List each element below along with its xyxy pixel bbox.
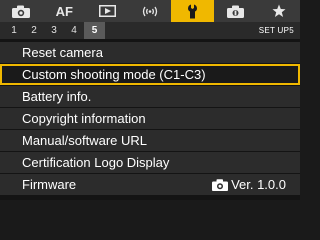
tab-playback[interactable]: [86, 0, 129, 22]
menu-item-copyright-information[interactable]: Copyright information: [0, 108, 300, 129]
menu-screen: AF 1 2 3 4 5 SET UP5 Reset camera Custom…: [0, 0, 300, 200]
custom-camera-icon: [227, 5, 245, 18]
menu-item-custom-shooting-mode[interactable]: Custom shooting mode (C1-C3): [0, 64, 300, 85]
menu-item-label: Certification Logo Display: [22, 155, 170, 170]
page-indicator-bar: 1 2 3 4 5 SET UP5: [0, 22, 300, 39]
menu-tab-bar: AF: [0, 0, 300, 22]
wrench-icon: [188, 4, 198, 18]
firmware-version: Ver. 1.0.0: [212, 174, 286, 195]
menu-item-manual-software-url[interactable]: Manual/software URL: [0, 130, 300, 151]
star-icon: [272, 4, 286, 17]
menu-section-label: SET UP5: [258, 26, 294, 35]
menu-item-label: Custom shooting mode (C1-C3): [22, 67, 206, 82]
playback-icon: [98, 5, 116, 17]
menu-item-certification-logo-display[interactable]: Certification Logo Display: [0, 152, 300, 173]
menu-item-battery-info[interactable]: Battery info.: [0, 86, 300, 107]
page-tab-3[interactable]: 3: [44, 22, 64, 39]
menu-item-label: Copyright information: [22, 111, 146, 126]
menu-item-label: Manual/software URL: [22, 133, 147, 148]
page-tab-1[interactable]: 1: [4, 22, 24, 39]
menu-item-label: Battery info.: [22, 89, 92, 104]
camera-icon: [12, 5, 31, 18]
menu-item-firmware[interactable]: Firmware Ver. 1.0.0: [0, 174, 300, 195]
menu-list: Reset camera Custom shooting mode (C1-C3…: [0, 42, 300, 196]
tab-af[interactable]: AF: [43, 0, 86, 22]
camera-icon: [212, 178, 229, 191]
tab-shooting[interactable]: [0, 0, 43, 22]
tab-wireless[interactable]: [129, 0, 172, 22]
tab-setup[interactable]: [171, 0, 215, 22]
af-icon: AF: [55, 3, 73, 19]
tab-custom-functions[interactable]: [214, 0, 257, 22]
page-tab-4[interactable]: 4: [64, 22, 84, 39]
menu-item-label: Reset camera: [22, 45, 103, 60]
page-tab-5[interactable]: 5: [84, 22, 105, 39]
menu-item-reset-camera[interactable]: Reset camera: [0, 42, 300, 63]
page-tab-2[interactable]: 2: [24, 22, 44, 39]
firmware-version-text: Ver. 1.0.0: [231, 177, 286, 192]
tab-my-menu[interactable]: [257, 0, 300, 22]
wireless-icon: [142, 6, 158, 16]
menu-item-label: Firmware: [22, 177, 77, 192]
